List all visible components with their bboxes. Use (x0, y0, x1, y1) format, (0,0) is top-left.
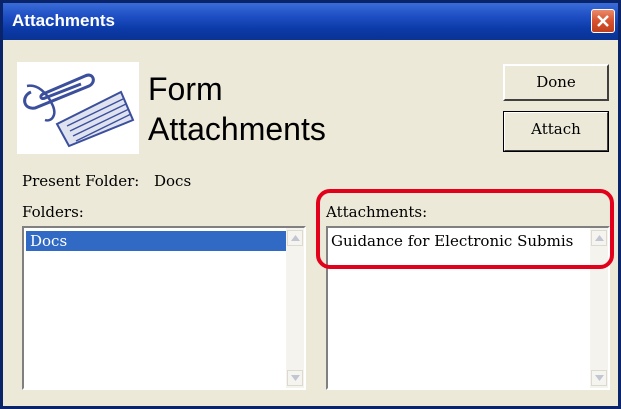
chevron-down-icon (291, 375, 300, 381)
scroll-up-button[interactable] (287, 230, 303, 246)
scroll-down-button[interactable] (287, 370, 303, 386)
scroll-down-button[interactable] (591, 370, 607, 386)
chevron-down-icon (595, 375, 604, 381)
red-highlight-outline (316, 189, 614, 269)
attach-button[interactable]: Attach (503, 111, 609, 152)
close-button[interactable] (591, 9, 615, 33)
paperclip-document-icon (17, 62, 139, 154)
heading-line-1: Form (148, 71, 223, 107)
present-folder-label: Present Folder: (22, 172, 140, 190)
heading-line-2: Attachments (148, 111, 326, 147)
chevron-up-icon (291, 235, 300, 241)
title-bar[interactable]: Attachments (3, 3, 618, 40)
present-folder-value: Docs (154, 172, 192, 190)
folders-scrollbar[interactable] (286, 228, 304, 388)
window-title: Attachments (12, 11, 115, 30)
folders-listbox[interactable]: Docs (22, 226, 306, 390)
folder-item-docs[interactable]: Docs (26, 231, 286, 251)
close-icon (597, 15, 609, 27)
done-button[interactable]: Done (503, 64, 609, 101)
folders-label: Folders: (22, 203, 84, 221)
